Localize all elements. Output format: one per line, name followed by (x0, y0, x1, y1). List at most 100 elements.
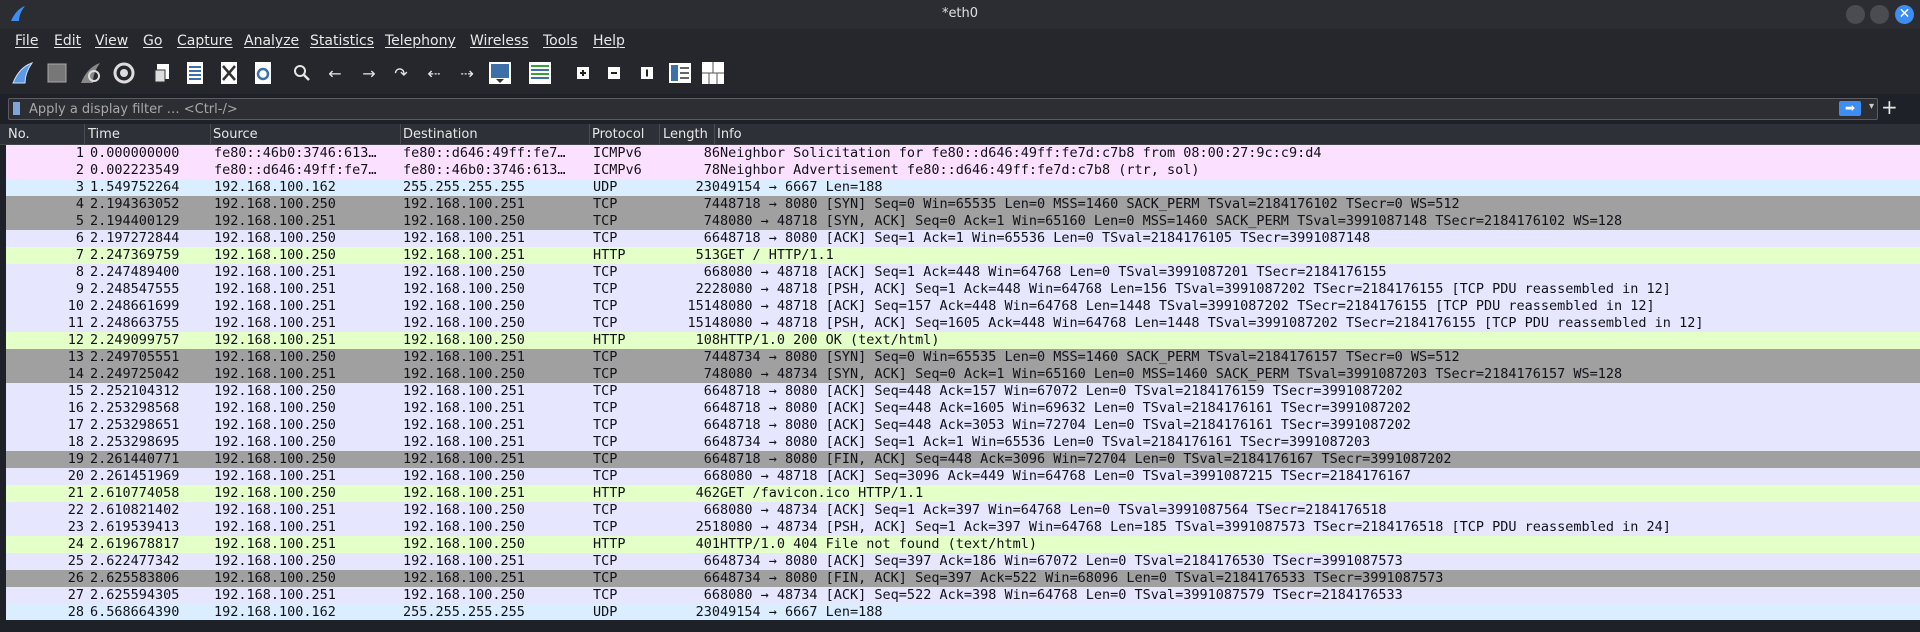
packet-number: 19 (67, 451, 84, 467)
menu-file[interactable]: File (15, 33, 38, 49)
apply-filter-arrow-icon[interactable]: ➡ (1839, 101, 1861, 116)
column-header-length[interactable]: Length (663, 127, 708, 142)
restart-capture-icon[interactable] (78, 60, 104, 86)
table-row[interactable]: 10 2.248661699 192.168.100.251 192.168.100.… (6, 298, 1920, 315)
auto-scroll-icon[interactable] (487, 60, 513, 86)
column-header-protocol[interactable]: Protocol (592, 127, 644, 142)
menu-tools[interactable]: Tools (543, 33, 578, 49)
column-header-info[interactable]: Info (717, 127, 742, 142)
menu-wireless[interactable]: Wireless (470, 33, 529, 49)
table-row[interactable]: 4 2.194363052 192.168.100.250 192.168.100.2… (6, 196, 1920, 213)
column-header-source[interactable]: Source (213, 127, 258, 142)
table-row[interactable]: 20 2.261451969 192.168.100.251 192.168.100.… (6, 468, 1920, 485)
table-row[interactable]: 16 2.253298568 192.168.100.250 192.168.100.… (6, 400, 1920, 417)
find-packet-icon[interactable] (289, 60, 315, 86)
menu-go[interactable]: Go (143, 33, 162, 49)
close-file-icon[interactable] (216, 60, 242, 86)
go-first-packet-icon[interactable]: ⇠ (421, 60, 447, 86)
packet-number: 21 (67, 485, 84, 501)
resize-columns-icon[interactable] (667, 60, 693, 86)
table-row[interactable]: 18 2.253298695 192.168.100.250 192.168.100.… (6, 434, 1920, 451)
menu-capture[interactable]: Capture (177, 33, 233, 49)
packet-source: 192.168.100.251 (214, 213, 336, 229)
column-divider[interactable] (714, 124, 715, 144)
table-row[interactable]: 5 2.194400129 192.168.100.251 192.168.100.2… (6, 213, 1920, 230)
packet-time: 2.619539413 (90, 519, 180, 535)
normal-size-icon[interactable] (634, 60, 660, 86)
start-capture-icon[interactable] (10, 60, 36, 86)
packet-length: 78 (703, 162, 720, 178)
close-button[interactable]: ✕ (1895, 5, 1914, 24)
go-back-icon[interactable]: ← (322, 60, 348, 86)
packet-list-header: No. Time Source Destination Protocol Len… (0, 124, 1920, 145)
packet-number: 16 (67, 400, 84, 416)
capture-options-icon[interactable] (111, 60, 137, 86)
column-header-no[interactable]: No. (8, 127, 30, 142)
table-row[interactable]: 19 2.261440771 192.168.100.250 192.168.100.… (6, 451, 1920, 468)
table-row[interactable]: 7 2.247369759 192.168.100.250 192.168.100.2… (6, 247, 1920, 264)
packet-protocol: TCP (593, 468, 618, 484)
packet-number: 18 (67, 434, 84, 450)
packet-source: 192.168.100.250 (214, 485, 336, 501)
column-header-time[interactable]: Time (88, 127, 120, 142)
table-row[interactable]: 15 2.252104312 192.168.100.250 192.168.100.… (6, 383, 1920, 400)
table-row[interactable]: 1 0.000000000 fe80::46b0:3746:613… fe80::d6… (6, 145, 1920, 162)
table-row[interactable]: 22 2.610821402 192.168.100.251 192.168.100.… (6, 502, 1920, 519)
reload-file-icon[interactable] (250, 60, 276, 86)
table-row[interactable]: 13 2.249705551 192.168.100.250 192.168.100.… (6, 349, 1920, 366)
packet-info: 49154 → 6667 Len=188 (720, 179, 883, 195)
zoom-in-icon[interactable] (570, 60, 596, 86)
table-row[interactable]: 21 2.610774058 192.168.100.250 192.168.100.… (6, 485, 1920, 502)
table-row[interactable]: 17 2.253298651 192.168.100.250 192.168.100.… (6, 417, 1920, 434)
table-row[interactable]: 8 2.247489400 192.168.100.251 192.168.100.2… (6, 264, 1920, 281)
zoom-out-icon[interactable] (601, 60, 627, 86)
column-divider[interactable] (400, 124, 401, 144)
table-row[interactable]: 9 2.248547555 192.168.100.251 192.168.100.2… (6, 281, 1920, 298)
column-header-destination[interactable]: Destination (403, 127, 478, 142)
add-filter-button-icon[interactable]: + (1881, 95, 1898, 119)
maximize-button[interactable] (1870, 5, 1889, 24)
table-row[interactable]: 25 2.622477342 192.168.100.250 192.168.100.… (6, 553, 1920, 570)
save-file-icon[interactable] (182, 60, 208, 86)
display-filter-input[interactable] (29, 99, 1829, 119)
table-row[interactable]: 2 0.002223549 fe80::d646:49ff:fe7… fe80::46… (6, 162, 1920, 179)
table-row[interactable]: 26 2.625583806 192.168.100.250 192.168.100.… (6, 570, 1920, 587)
menu-telephony[interactable]: Telephony (385, 33, 456, 49)
table-row[interactable]: 14 2.249725042 192.168.100.251 192.168.100.… (6, 366, 1920, 383)
table-row[interactable]: 6 2.197272844 192.168.100.250 192.168.100.2… (6, 230, 1920, 247)
column-divider[interactable] (210, 124, 211, 144)
menu-help[interactable]: Help (593, 33, 625, 49)
go-forward-icon[interactable]: → (356, 60, 382, 86)
stop-capture-icon[interactable] (44, 60, 70, 86)
go-to-packet-icon[interactable]: ↷ (388, 60, 414, 86)
packet-length: 74 (703, 366, 720, 382)
table-row[interactable]: 11 2.248663755 192.168.100.251 192.168.100.… (6, 315, 1920, 332)
packet-protocol: HTTP (593, 332, 626, 348)
table-row[interactable]: 28 6.568664390 192.168.100.162 255.255.255.… (6, 604, 1920, 621)
menu-statistics[interactable]: Statistics (310, 33, 374, 49)
table-row[interactable]: 24 2.619678817 192.168.100.251 192.168.100.… (6, 536, 1920, 553)
bookmark-icon[interactable] (13, 102, 20, 115)
table-row[interactable]: 23 2.619539413 192.168.100.251 192.168.100.… (6, 519, 1920, 536)
filter-history-dropdown-icon[interactable]: ▾ (1869, 101, 1874, 112)
table-row[interactable]: 12 2.249099757 192.168.100.251 192.168.100.… (6, 332, 1920, 349)
go-last-packet-icon[interactable]: ⇢ (454, 60, 480, 86)
layout-icon[interactable] (700, 60, 726, 86)
packet-length: 66 (703, 570, 720, 586)
menu-view[interactable]: View (95, 33, 128, 49)
column-divider[interactable] (659, 124, 660, 144)
packet-info: 8080 → 48734 [SYN, ACK] Seq=0 Ack=1 Win=… (720, 366, 1623, 382)
colorize-icon[interactable] (527, 60, 553, 86)
menu-analyze[interactable]: Analyze (244, 33, 299, 49)
table-row[interactable]: 27 2.625594305 192.168.100.251 192.168.100.… (6, 587, 1920, 604)
minimize-button[interactable] (1846, 5, 1865, 24)
packet-length: 108 (695, 332, 720, 348)
column-divider[interactable] (589, 124, 590, 144)
open-file-icon[interactable] (150, 60, 176, 86)
table-row[interactable]: 3 1.549752264 192.168.100.162 255.255.255.2… (6, 179, 1920, 196)
packet-info: 48734 → 8080 [FIN, ACK] Seq=397 Ack=522 … (720, 570, 1444, 586)
packet-length: 66 (703, 434, 720, 450)
menu-edit[interactable]: Edit (54, 33, 81, 49)
column-divider[interactable] (84, 124, 85, 144)
packet-length: 230 (695, 179, 720, 195)
